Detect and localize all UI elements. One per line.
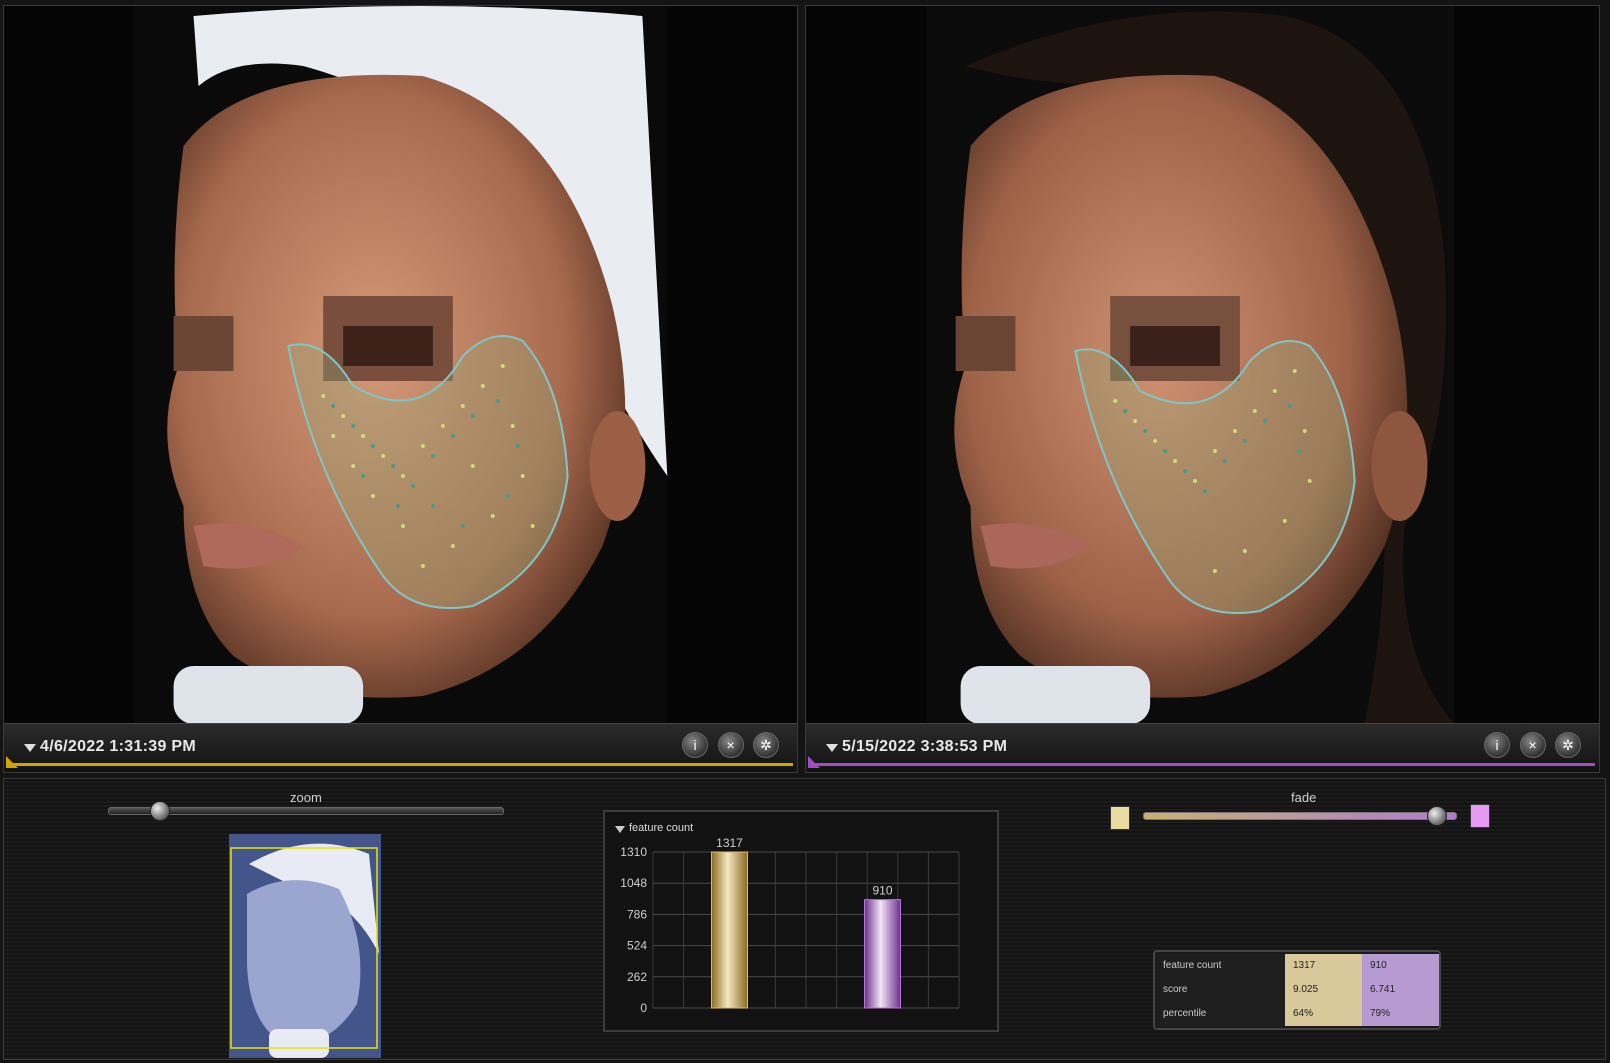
metric-label: feature count xyxy=(1155,954,1285,978)
metric-right-value: 910 xyxy=(1362,954,1439,978)
right-pane-toolbar: 5/15/2022 3:38:53 PM i × ✲ xyxy=(806,723,1599,772)
metric-label: score xyxy=(1155,978,1285,1002)
right-accent-corner xyxy=(808,756,820,768)
metrics-row: score 9.025 6.741 xyxy=(1155,978,1439,1002)
metric-left-value: 1317 xyxy=(1285,954,1362,978)
zoom-label: zoom xyxy=(290,790,322,805)
fade-slider[interactable] xyxy=(1143,812,1457,820)
metrics-row: feature count 1317 910 xyxy=(1155,954,1439,978)
left-accent-corner xyxy=(6,756,18,768)
thumbnail-face-image xyxy=(229,834,381,1058)
metric-left-value: 9.025 xyxy=(1285,978,1362,1002)
dropdown-triangle-icon[interactable] xyxy=(24,744,36,752)
left-face-photo[interactable] xyxy=(4,6,797,724)
chart-bar[interactable] xyxy=(711,851,748,1009)
y-tick-label: 1310 xyxy=(620,845,647,859)
metric-right-value: 79% xyxy=(1362,1002,1439,1026)
left-capture-date[interactable]: 4/6/2022 1:31:39 PM xyxy=(40,738,196,756)
y-tick-label: 1048 xyxy=(620,876,647,890)
right-face-photo[interactable] xyxy=(806,6,1599,724)
dropdown-triangle-icon[interactable] xyxy=(826,744,838,752)
feature-count-chart-panel: feature count 0 262 524 786 1048 1310 1317 910 xyxy=(603,810,999,1032)
right-accent-line xyxy=(814,763,1595,766)
y-tick-label: 524 xyxy=(627,939,647,953)
bar-value-label: 1317 xyxy=(716,836,743,850)
left-color-swatch[interactable] xyxy=(1110,806,1130,830)
left-image-pane[interactable]: 4/6/2022 1:31:39 PM i × ✲ xyxy=(3,5,798,773)
y-tick-label: 262 xyxy=(627,970,647,984)
y-tick-label: 786 xyxy=(627,907,647,921)
info-icon[interactable]: i xyxy=(682,732,709,758)
right-image-pane[interactable]: 5/15/2022 3:38:53 PM i × ✲ xyxy=(805,5,1600,773)
left-pane-toolbar: 4/6/2022 1:31:39 PM i × ✲ xyxy=(4,723,797,772)
settings-icon[interactable]: ✲ xyxy=(1555,732,1581,758)
metrics-row: percentile 64% 79% xyxy=(1155,1002,1439,1026)
y-tick-label: 0 xyxy=(640,1001,647,1015)
info-icon[interactable]: i xyxy=(1484,732,1511,758)
metric-left-value: 64% xyxy=(1285,1002,1362,1026)
navigator-thumbnail[interactable] xyxy=(229,834,381,1058)
fade-label: fade xyxy=(1291,790,1317,805)
metrics-table: feature count 1317 910 score 9.025 6.741… xyxy=(1153,950,1441,1030)
left-accent-line xyxy=(12,763,793,766)
metric-right-value: 6.741 xyxy=(1362,978,1439,1002)
right-color-swatch[interactable] xyxy=(1470,804,1490,828)
chart-bar[interactable] xyxy=(864,899,901,1009)
right-capture-date[interactable]: 5/15/2022 3:38:53 PM xyxy=(842,738,1007,756)
bar-value-label: 910 xyxy=(872,884,892,898)
metric-label: percentile xyxy=(1155,1002,1285,1026)
settings-icon[interactable]: ✲ xyxy=(753,732,779,758)
close-icon[interactable]: × xyxy=(1519,732,1546,758)
close-icon[interactable]: × xyxy=(717,732,744,758)
feature-count-bar-chart: 0 262 524 786 1048 1310 1317 910 xyxy=(620,836,960,1015)
